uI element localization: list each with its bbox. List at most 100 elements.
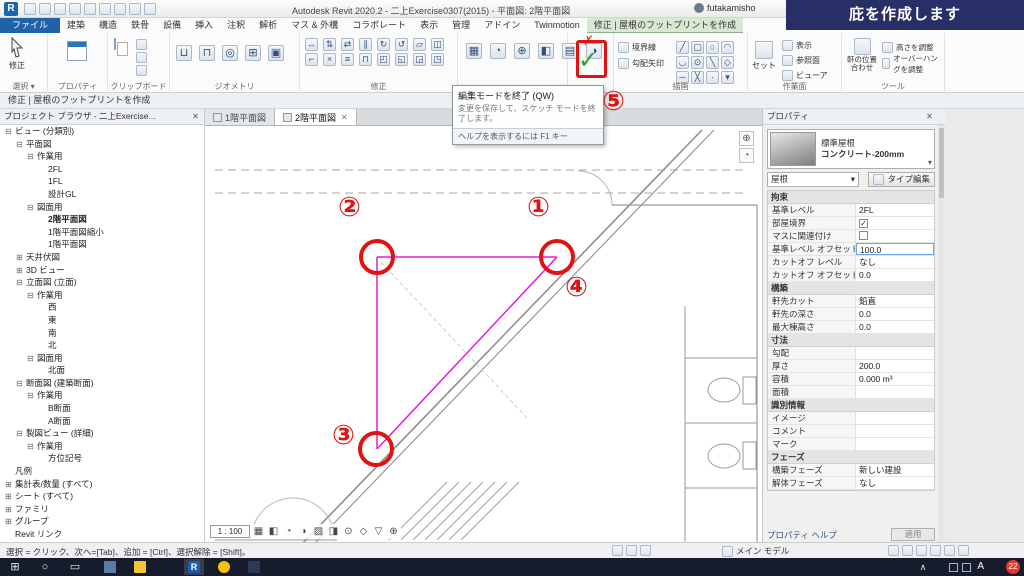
modify-tool-icon[interactable]: ◫ bbox=[431, 38, 444, 51]
view-control-icon[interactable]: ◔ bbox=[282, 525, 295, 538]
property-value[interactable] bbox=[856, 347, 934, 359]
expand-icon[interactable]: ⊞ bbox=[5, 491, 15, 504]
open-icon[interactable] bbox=[24, 3, 36, 15]
project-browser-header[interactable]: プロジェクト ブラウザ - 二上Exercise... ✕ bbox=[0, 109, 204, 125]
steering-wheel-icon[interactable]: ⊕ bbox=[739, 131, 754, 146]
tree-item[interactable]: 方位記号 bbox=[0, 452, 204, 465]
status-icon[interactable] bbox=[902, 545, 913, 556]
modify-button[interactable]: 修正 bbox=[8, 37, 26, 71]
view-tab-2f[interactable]: 2階平面図 ✕ bbox=[275, 109, 357, 125]
property-value[interactable]: 0.0 bbox=[856, 308, 934, 320]
geometry-tool-icon[interactable]: ◎ bbox=[222, 45, 238, 61]
collapse-icon[interactable]: ⊟ bbox=[27, 390, 37, 403]
section-icon[interactable] bbox=[129, 3, 141, 15]
volume-icon[interactable] bbox=[962, 563, 971, 572]
modify-tool-icon[interactable]: × bbox=[323, 53, 336, 66]
collapse-icon[interactable]: ⊟ bbox=[16, 378, 26, 391]
ref-plane-button[interactable]: 参照面 bbox=[782, 54, 828, 67]
view-control-icon[interactable]: ◇ bbox=[357, 525, 370, 538]
tree-item[interactable]: ⊟ 断面図 (建築断面) bbox=[0, 377, 204, 390]
sync-icon[interactable] bbox=[54, 3, 66, 15]
tree-item[interactable]: ⊟ 作業用 bbox=[0, 389, 204, 402]
checkbox-icon[interactable] bbox=[859, 231, 868, 240]
ribbon-tab[interactable]: Twinmotion bbox=[527, 18, 587, 33]
ribbon-tab[interactable]: 管理 bbox=[445, 18, 477, 33]
ribbon-tab[interactable]: アドイン bbox=[477, 18, 527, 33]
property-value[interactable]: 0.0 bbox=[856, 269, 934, 281]
active-model-label[interactable]: メイン モデル bbox=[736, 545, 789, 557]
status-icon[interactable] bbox=[626, 545, 637, 556]
measure-tool-icon[interactable]: ◔ bbox=[490, 43, 506, 59]
revit-taskbar-icon[interactable]: R bbox=[188, 561, 200, 573]
measure-tool-icon[interactable]: ◧ bbox=[538, 43, 554, 59]
ribbon-tab[interactable]: 注釈 bbox=[220, 18, 252, 33]
status-icon[interactable] bbox=[640, 545, 651, 556]
apply-button[interactable]: 適用 bbox=[891, 528, 935, 541]
view-control-icon[interactable]: ◨ bbox=[327, 525, 340, 538]
tree-item[interactable]: ⊟ 製図ビュー (詳細) bbox=[0, 427, 204, 440]
tree-item[interactable]: ⊞ グループ bbox=[0, 515, 204, 528]
save-icon[interactable] bbox=[39, 3, 51, 15]
property-value[interactable]: 200.0 bbox=[856, 360, 934, 372]
undo-icon[interactable] bbox=[69, 3, 81, 15]
tree-item[interactable]: 1階平面図 bbox=[0, 238, 204, 251]
redo-icon[interactable] bbox=[84, 3, 96, 15]
draw-tool-icon[interactable]: ▢ bbox=[691, 41, 704, 54]
tree-item[interactable]: ⊟ 立面図 (立面) bbox=[0, 276, 204, 289]
draw-tool-icon[interactable]: ⊙ bbox=[691, 56, 704, 69]
collapse-icon[interactable]: ⊟ bbox=[16, 428, 26, 441]
view-control-icon[interactable]: ▦ bbox=[252, 525, 265, 538]
modify-tool-icon[interactable]: ≡ bbox=[341, 53, 354, 66]
collapse-icon[interactable]: ⊟ bbox=[27, 151, 37, 164]
ribbon-tab[interactable]: マス & 外構 bbox=[284, 18, 345, 33]
view-tab-1f[interactable]: 1階平面図 bbox=[205, 109, 276, 125]
ribbon-tab[interactable]: 挿入 bbox=[188, 18, 220, 33]
tree-item[interactable]: ⊟ ビュー (分類別) bbox=[0, 125, 204, 138]
property-value[interactable]: なし bbox=[856, 256, 934, 268]
properties-header[interactable]: プロパティ ✕ bbox=[763, 109, 945, 125]
mail-app-icon[interactable] bbox=[104, 561, 116, 573]
clipboard-tool-icon[interactable] bbox=[136, 65, 147, 76]
modify-tool-icon[interactable]: ⇅ bbox=[323, 38, 336, 51]
align-eaves-button[interactable]: 軒の位置合わせ bbox=[844, 38, 880, 72]
close-icon[interactable]: ✕ bbox=[341, 113, 348, 122]
draw-tool-icon[interactable]: ╱ bbox=[676, 41, 689, 54]
tree-item[interactable]: ⊞ 集計表/数量 (すべて) bbox=[0, 478, 204, 491]
measure-icon[interactable] bbox=[114, 3, 126, 15]
show-workplane-button[interactable]: 表示 bbox=[782, 39, 828, 52]
ribbon-tab[interactable]: コラボレート bbox=[345, 18, 413, 33]
collapse-icon[interactable]: ⊟ bbox=[5, 126, 15, 139]
tree-item[interactable]: B断面 bbox=[0, 402, 204, 415]
close-icon[interactable]: ✕ bbox=[924, 111, 935, 122]
app-icon-dark[interactable] bbox=[248, 561, 260, 573]
ribbon-tab[interactable]: 建築 bbox=[60, 18, 92, 33]
home-icon[interactable] bbox=[144, 3, 156, 15]
scrollbar-thumb[interactable] bbox=[939, 128, 944, 198]
property-value[interactable] bbox=[856, 412, 934, 424]
tree-item[interactable]: ⊞ 3D ビュー bbox=[0, 264, 204, 277]
slope-arrow-option[interactable]: 勾配矢印 bbox=[618, 57, 664, 70]
view-control-icon[interactable]: ⊕ bbox=[387, 525, 400, 538]
tree-item[interactable]: 東 bbox=[0, 314, 204, 327]
status-icon[interactable] bbox=[958, 545, 969, 556]
modify-tool-icon[interactable]: ⌐ bbox=[305, 53, 318, 66]
print-icon[interactable] bbox=[99, 3, 111, 15]
properties-button[interactable] bbox=[67, 41, 87, 61]
app-icon-yellow[interactable] bbox=[218, 561, 230, 573]
modify-tool-icon[interactable]: ↔ bbox=[305, 38, 318, 51]
ribbon-tab[interactable]: ファイル bbox=[0, 18, 61, 33]
task-view-button[interactable]: ▭ bbox=[68, 560, 82, 574]
search-button[interactable]: ○ bbox=[38, 560, 52, 574]
ribbon-tab[interactable]: 表示 bbox=[413, 18, 445, 33]
category-filter-select[interactable]: 屋根 ▾ bbox=[767, 172, 859, 187]
modify-tool-icon[interactable]: ◱ bbox=[395, 53, 408, 66]
tree-item[interactable]: 北 bbox=[0, 339, 204, 352]
view-control-icon[interactable]: ▽ bbox=[372, 525, 385, 538]
view-control-icon[interactable]: ⊙ bbox=[342, 525, 355, 538]
tree-item[interactable]: ⊟ 平面図 bbox=[0, 138, 204, 151]
property-value[interactable]: 鉛直 bbox=[856, 295, 934, 307]
notification-badge[interactable]: 22 bbox=[1006, 560, 1020, 574]
tree-item[interactable]: 2FL bbox=[0, 163, 204, 176]
property-value[interactable]: 0.000 m³ bbox=[856, 373, 934, 385]
property-value[interactable]: 新しい建設 bbox=[856, 464, 934, 476]
